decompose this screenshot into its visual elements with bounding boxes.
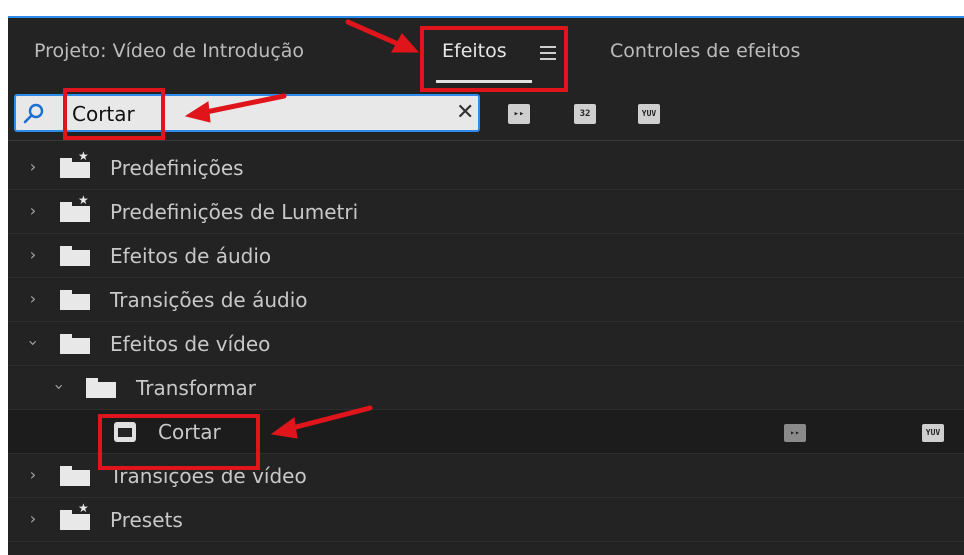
accelerated-effects-icon[interactable]: ▸▸ [508, 104, 530, 124]
chevron-right-icon[interactable]: › [26, 466, 40, 484]
folder-icon [60, 334, 90, 354]
tree-item-label: Predefinições de Lumetri [110, 200, 359, 224]
tree-item-efeitos-video[interactable]: › Efeitos de vídeo [8, 322, 964, 366]
tree-item-label: Transformar [136, 376, 256, 400]
preset-folder-icon: ★ [60, 502, 90, 530]
highlight-cortar-effect [98, 414, 260, 470]
tree-item-predefinicoes[interactable]: › ★ Predefinições [8, 146, 964, 190]
tree-item-label: Efeitos de áudio [110, 244, 272, 268]
tree-item-predefinicoes-lumetri[interactable]: › ★ Predefinições de Lumetri [8, 190, 964, 234]
preset-folder-icon: ★ [60, 150, 90, 178]
chevron-down-icon[interactable]: › [24, 336, 43, 350]
chevron-right-icon[interactable]: › [26, 510, 40, 528]
32bit-color-icon[interactable]: 32 [574, 104, 596, 124]
tree-item-transformar[interactable]: › Transformar [8, 366, 964, 410]
tab-effect-controls[interactable]: Controles de efeitos [610, 40, 800, 62]
folder-icon [60, 290, 90, 310]
chevron-right-icon[interactable]: › [26, 158, 40, 176]
toolbar-divider [8, 140, 964, 141]
tree-item-label: Efeitos de vídeo [110, 332, 271, 356]
tab-project[interactable]: Projeto: Vídeo de Introdução [34, 40, 304, 62]
clear-search-icon[interactable]: ✕ [456, 101, 474, 125]
chevron-down-icon[interactable]: › [50, 380, 69, 394]
folder-icon [86, 378, 116, 398]
tree-item-efeitos-audio[interactable]: › Efeitos de áudio [8, 234, 964, 278]
folder-icon [60, 246, 90, 266]
screenshot-frame: Projeto: Vídeo de Introdução Efeitos Con… [0, 0, 964, 555]
tree-item-label: Presets [110, 508, 183, 532]
yuv-effects-icon[interactable]: YUV [638, 104, 660, 124]
preset-folder-icon: ★ [60, 194, 90, 222]
accelerated-badge-icon: ▸▸ [784, 424, 806, 442]
folder-icon [60, 466, 90, 486]
chevron-right-icon[interactable]: › [26, 246, 40, 264]
highlight-search-text [63, 88, 165, 140]
search-icon [23, 103, 44, 124]
yuv-badge-icon: YUV [922, 424, 944, 442]
tree-item-transicoes-audio[interactable]: › Transições de áudio [8, 278, 964, 322]
chevron-right-icon[interactable]: › [26, 202, 40, 220]
tree-item-label: Transições de áudio [110, 288, 308, 312]
chevron-right-icon[interactable]: › [26, 290, 40, 308]
tree-item-label: Predefinições [110, 156, 244, 180]
tree-item-presets[interactable]: › ★ Presets [8, 498, 964, 542]
highlight-effects-tab [420, 26, 568, 92]
